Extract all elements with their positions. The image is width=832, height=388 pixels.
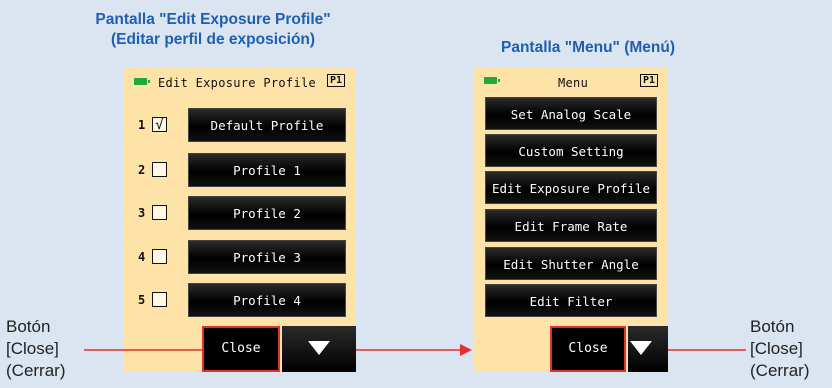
callout-lines xyxy=(84,344,746,356)
transition-arrowhead-icon xyxy=(460,344,472,356)
